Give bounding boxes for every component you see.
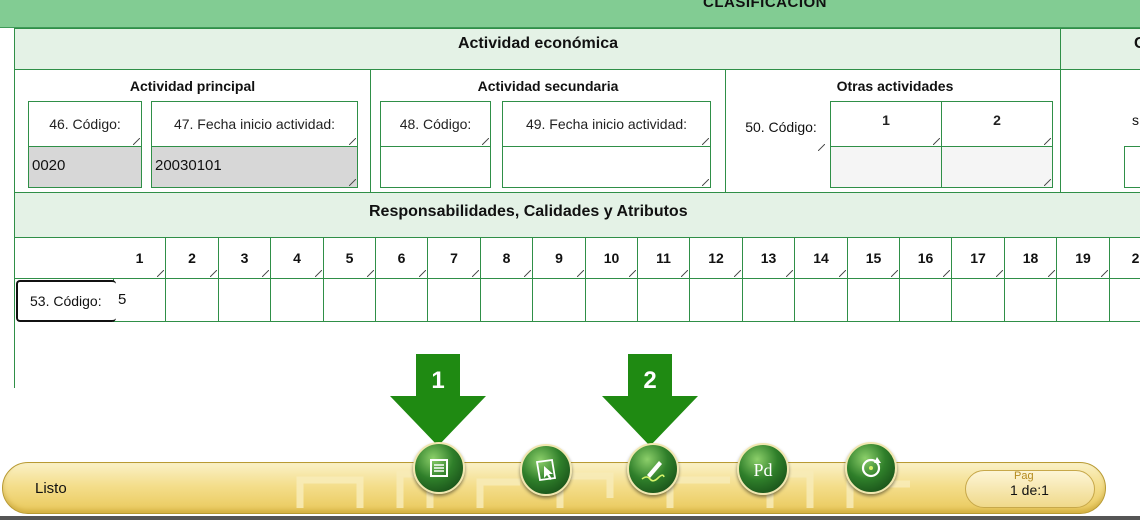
resp-code-cell-19[interactable] xyxy=(1056,278,1110,322)
resp-col-header-2: 2 xyxy=(165,237,219,279)
resp-code-cell-15[interactable] xyxy=(847,278,900,322)
classification-title: CLASIFICACIÓN xyxy=(703,0,827,11)
cursor-map-icon xyxy=(535,458,557,482)
resp-code-cell-6[interactable] xyxy=(375,278,428,322)
resp-code-cell-3[interactable] xyxy=(218,278,271,322)
start-date-49-field[interactable] xyxy=(502,146,711,188)
principal-activity-title: Actividad principal xyxy=(129,78,256,94)
code-50-label: 50. Código: xyxy=(736,112,826,152)
annotation-arrow-1: 1 xyxy=(390,354,486,446)
resp-code-cell-9[interactable] xyxy=(532,278,586,322)
resp-col-header-16: 16 xyxy=(899,237,952,279)
code-46-field[interactable]: 0020 xyxy=(28,146,142,188)
resp-code-cell-17[interactable] xyxy=(951,278,1005,322)
resp-code-cell-7[interactable] xyxy=(427,278,481,322)
other-activities-title: Otras actividades xyxy=(836,78,954,94)
secondary-activity-title: Actividad secundaria xyxy=(477,78,619,94)
form-icon xyxy=(430,459,448,477)
window-bottom-edge xyxy=(0,516,1140,520)
start-date-49-label: 49. Fecha inicio actividad: xyxy=(502,101,711,147)
resp-col-header-9: 9 xyxy=(532,237,586,279)
svg-text:Pd: Pd xyxy=(753,460,772,480)
code-53-label: 53. Código: xyxy=(16,280,116,322)
resp-code-cell-12[interactable] xyxy=(689,278,743,322)
resp-col-header-20: 2 xyxy=(1109,237,1140,279)
start-date-47-field[interactable]: 20030101 xyxy=(151,146,358,188)
other-activity-2-field[interactable] xyxy=(941,146,1053,188)
responsibilities-title: Responsabilidades, Calidades y Atributos xyxy=(369,203,688,220)
other-activity-col-2-header: 2 xyxy=(941,101,1053,147)
resp-col-header-12: 12 xyxy=(689,237,743,279)
resp-code-cell-8[interactable] xyxy=(480,278,533,322)
next-section-band xyxy=(1060,28,1140,70)
signature-icon xyxy=(641,461,665,482)
resp-code-cell-20[interactable] xyxy=(1109,278,1140,322)
pdf-button[interactable]: Pd xyxy=(737,443,789,495)
resp-col-header-17: 17 xyxy=(951,237,1005,279)
table-corner xyxy=(14,237,114,279)
economic-activity-title: Actividad económica xyxy=(457,35,619,52)
resp-code-cell-4[interactable] xyxy=(270,278,324,322)
resp-code-cell-13[interactable] xyxy=(742,278,795,322)
resp-code-cell-1[interactable]: 5 xyxy=(113,278,166,322)
resp-col-header-19: 19 xyxy=(1056,237,1110,279)
select-map-button[interactable] xyxy=(520,444,572,496)
annotation-arrow-2-label: 2 xyxy=(643,367,656,394)
resp-col-header-18: 18 xyxy=(1004,237,1057,279)
refresh-button[interactable] xyxy=(845,442,897,494)
sign-button[interactable] xyxy=(627,443,679,495)
next-section-title: C xyxy=(1134,35,1140,52)
annotation-arrow-1-label: 1 xyxy=(431,367,444,394)
form-button[interactable] xyxy=(413,442,465,494)
resp-col-header-6: 6 xyxy=(375,237,428,279)
status-text: Listo xyxy=(35,480,67,497)
resp-col-header-10: 10 xyxy=(585,237,638,279)
resp-col-header-3: 3 xyxy=(218,237,271,279)
code-46-label: 46. Código: xyxy=(28,101,142,147)
start-date-47-label: 47. Fecha inicio actividad: xyxy=(151,101,358,147)
resp-col-header-7: 7 xyxy=(427,237,481,279)
resp-col-header-8: 8 xyxy=(480,237,533,279)
resp-col-header-13: 13 xyxy=(742,237,795,279)
resp-col-header-5: 5 xyxy=(323,237,376,279)
page-label: Pag xyxy=(1014,470,1034,482)
resp-code-cell-5[interactable] xyxy=(323,278,376,322)
code-48-field[interactable] xyxy=(380,146,491,188)
resp-col-header-1: 1 xyxy=(113,237,166,279)
other-activity-col-1-header: 1 xyxy=(830,101,942,147)
pdf-icon: Pd xyxy=(753,460,772,480)
resp-code-cell-14[interactable] xyxy=(794,278,848,322)
cut-field[interactable] xyxy=(1124,146,1140,188)
resp-code-cell-16[interactable] xyxy=(899,278,952,322)
resp-code-cell-18[interactable] xyxy=(1004,278,1057,322)
resp-code-cell-10[interactable] xyxy=(585,278,638,322)
code-48-label: 48. Código: xyxy=(380,101,491,147)
resp-code-cell-2[interactable] xyxy=(165,278,219,322)
other-activity-1-field[interactable] xyxy=(830,146,942,188)
refresh-icon xyxy=(861,457,881,478)
resp-col-header-15: 15 xyxy=(847,237,900,279)
page-value: 1 de:1 xyxy=(1010,482,1049,498)
annotation-arrow-2: 2 xyxy=(602,354,698,446)
resp-col-header-4: 4 xyxy=(270,237,324,279)
cut-label: s xyxy=(1132,112,1139,128)
resp-col-header-11: 11 xyxy=(637,237,690,279)
resp-code-cell-11[interactable] xyxy=(637,278,690,322)
resp-col-header-14: 14 xyxy=(794,237,848,279)
